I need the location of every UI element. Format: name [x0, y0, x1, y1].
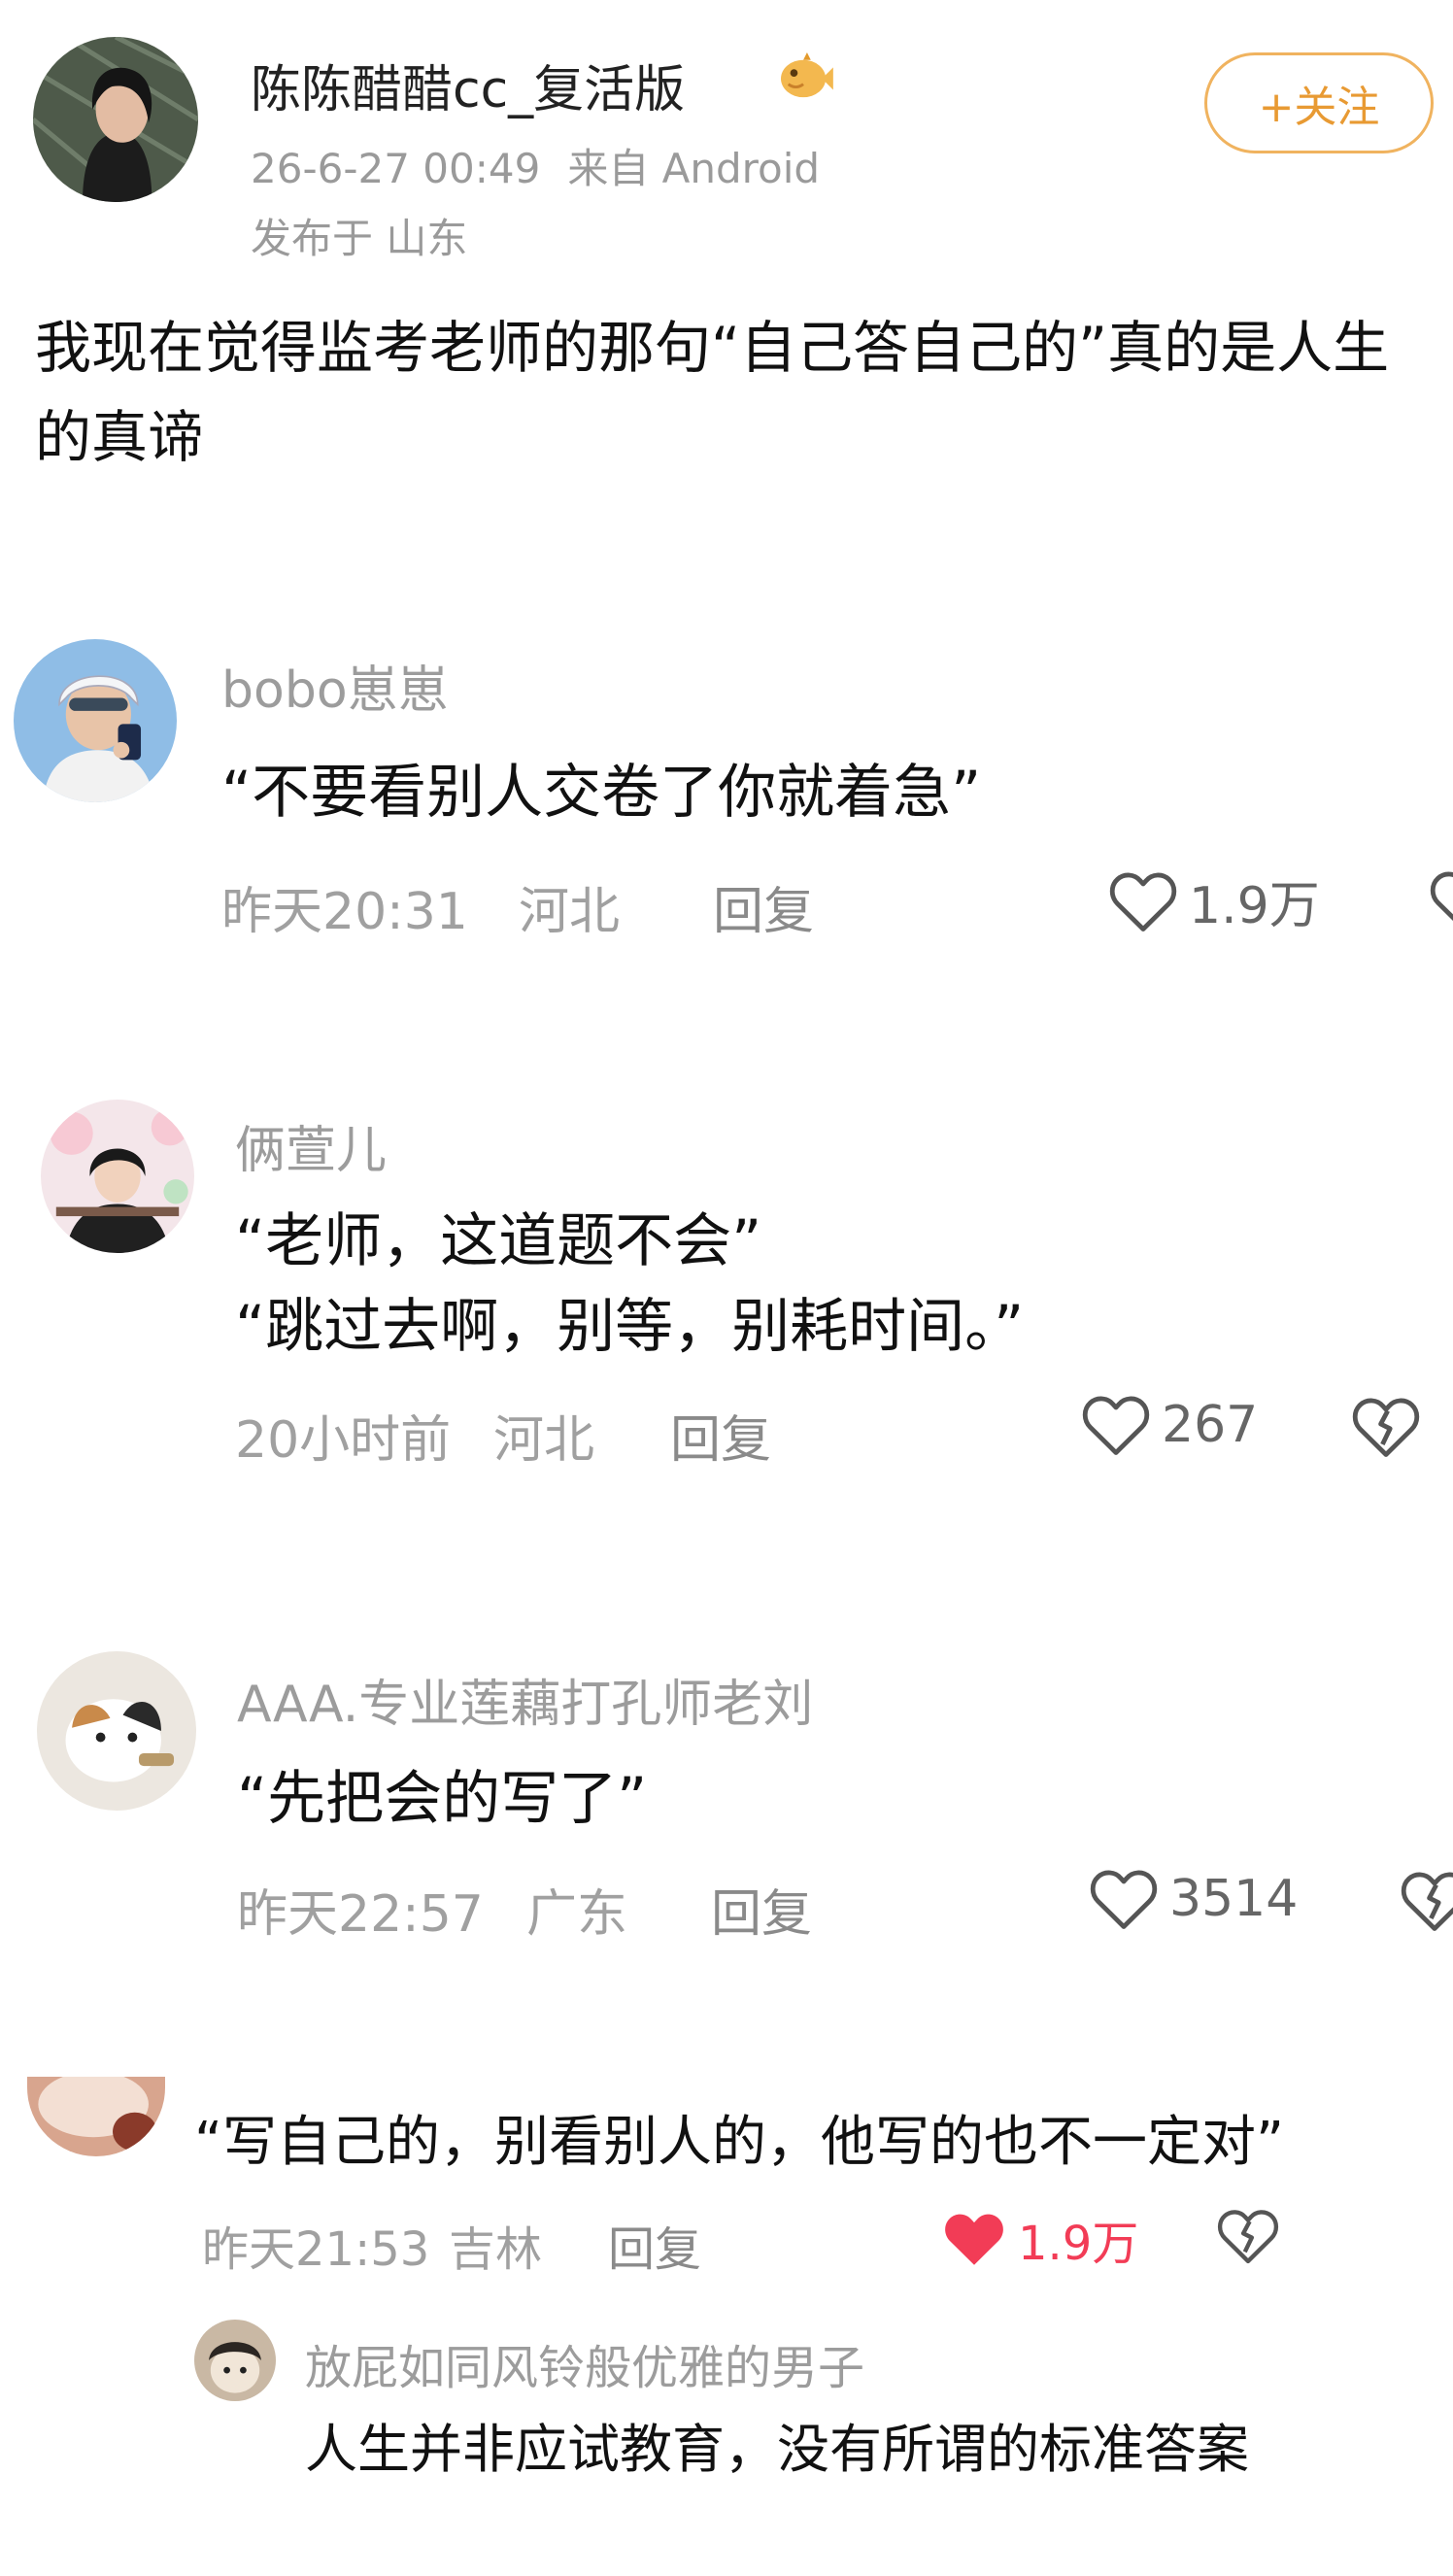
comment-text: “不要看别人交卷了你就着急”: [221, 759, 982, 827]
sub-reply-user[interactable]: 放屁如同风铃般优雅的男子: [305, 2329, 864, 2397]
comment-text: “先把会的写了”: [237, 1765, 648, 1833]
commenter-name[interactable]: bobo崽崽: [221, 649, 449, 722]
dislike-icon[interactable]: [1350, 1395, 1422, 1459]
post-content: 我现在觉得监考老师的那句“自己答自己的”真的是人生的真谛: [35, 315, 1390, 470]
heart-icon: [1080, 1393, 1152, 1457]
like-button[interactable]: 1.9万: [1107, 864, 1320, 937]
comment-time: 昨天20:31: [221, 883, 468, 941]
vip-badge-icon: [777, 52, 833, 101]
like-button[interactable]: 3514: [1088, 1867, 1298, 1931]
commenter-avatar[interactable]: [41, 1100, 194, 1253]
dislike-icon[interactable]: [1216, 2207, 1280, 2265]
comment-text-line: “跳过去啊，别等，别耗时间。”: [235, 1293, 1025, 1361]
heart-icon: [1107, 869, 1179, 933]
author-name[interactable]: 陈陈醋醋cc_复活版: [251, 49, 685, 121]
dislike-icon[interactable]: [1399, 1869, 1453, 1933]
like-count: 1.9万: [1018, 2217, 1139, 2271]
like-count: 267: [1162, 1396, 1259, 1454]
heart-icon: [1088, 1867, 1160, 1931]
reply-button[interactable]: 回复: [711, 1873, 812, 1946]
dislike-icon[interactable]: [1428, 868, 1453, 932]
like-button[interactable]: 267: [1080, 1393, 1258, 1457]
comment-region: 河北: [493, 1411, 595, 1470]
sub-reply-text: 人生并非应试教育，没有所谓的标准答案: [305, 2419, 1249, 2480]
reply-button[interactable]: 回复: [608, 2211, 701, 2279]
sub-reply-avatar[interactable]: [194, 2320, 276, 2401]
commenter-name[interactable]: AAA.专业莲藕打孔师老刘: [237, 1663, 813, 1736]
commenter-avatar[interactable]: [37, 1651, 196, 1811]
comment-region: 吉林: [449, 2222, 543, 2277]
comment-region: 广东: [526, 1885, 628, 1944]
like-count: 3514: [1169, 1870, 1299, 1928]
comment-region: 河北: [519, 883, 621, 941]
author-avatar[interactable]: [33, 37, 198, 202]
comment-time: 昨天21:53: [202, 2222, 430, 2277]
commenter-avatar[interactable]: [27, 2077, 165, 2156]
comment-time: 昨天22:57: [237, 1885, 484, 1944]
comment-text: “写自己的，别看别人的，他写的也不一定对”: [194, 2111, 1285, 2174]
reply-button[interactable]: 回复: [713, 870, 814, 943]
like-count: 1.9万: [1189, 877, 1320, 935]
post-time: 26-6-27 00:49: [251, 145, 541, 192]
comment-text-line: “老师，这道题不会”: [235, 1207, 762, 1275]
commenter-avatar[interactable]: [14, 639, 177, 802]
post-meta: 26-6-27 00:49 来自 Android: [251, 136, 820, 195]
like-button[interactable]: 1.9万: [940, 2205, 1138, 2273]
post-location: 发布于 山东: [251, 215, 468, 262]
comment-time: 20小时前: [235, 1411, 452, 1470]
reply-button[interactable]: 回复: [670, 1399, 771, 1472]
commenter-name[interactable]: 俩萱儿: [235, 1109, 387, 1182]
heart-filled-icon: [940, 2209, 1008, 2269]
post-source: 来自 Android: [567, 145, 821, 192]
follow-button[interactable]: +关注: [1204, 52, 1434, 153]
